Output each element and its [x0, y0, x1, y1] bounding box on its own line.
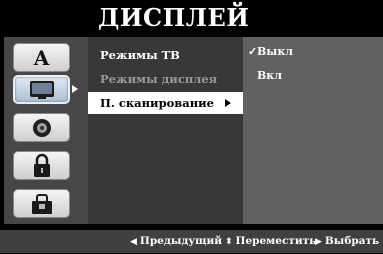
category-lock[interactable]	[13, 151, 70, 180]
hint-previous: ◀ Предыдущий	[130, 230, 222, 253]
category-display[interactable]	[13, 75, 70, 104]
check-icon: ✓	[248, 45, 258, 58]
hint-label: Предыдущий	[139, 235, 223, 247]
page-title: ДИСПЛЕЙ	[98, 3, 250, 32]
selected-category-arrow	[72, 85, 78, 93]
option-label: Выкл	[257, 45, 294, 58]
up-down-arrow-icon: ⬍	[225, 237, 233, 247]
language-icon: A	[33, 45, 50, 70]
other-settings-icon	[31, 193, 52, 214]
display-icon	[29, 80, 54, 99]
category-sidebar: A	[4, 37, 88, 224]
menu-item-label: Режимы дисплея	[100, 72, 218, 86]
right-arrow-icon: ▶	[315, 237, 322, 247]
submenu-arrow-icon	[225, 99, 231, 107]
audio-icon	[32, 118, 51, 137]
option-label: Вкл	[257, 69, 282, 82]
option-on[interactable]: Вкл	[257, 69, 282, 83]
option-off[interactable]: ✓ Выкл	[248, 45, 294, 59]
hint-label: Выбрать	[324, 235, 380, 247]
hint-move: ⬍ Переместить	[225, 230, 316, 253]
menu-item-progressive-scan[interactable]: П. сканирование	[88, 92, 243, 114]
menu-item-label: Режимы ТВ	[100, 48, 180, 62]
menu-item-label: П. сканирование	[100, 96, 214, 110]
settings-menu: Режимы ТВ Режимы дисплея П. сканирование	[88, 37, 243, 224]
menu-item-display-mode[interactable]: Режимы дисплея	[88, 68, 243, 90]
hint-label: Переместить	[235, 235, 317, 247]
menu-item-tv-mode[interactable]: Режимы ТВ	[88, 44, 243, 66]
settings-panel: A Режимы ТВ Режимы дисплея П. сканирован…	[4, 37, 383, 224]
lock-icon	[33, 153, 50, 177]
hint-select: ▶ Выбрать	[315, 230, 379, 253]
category-other[interactable]	[13, 189, 70, 218]
category-language[interactable]: A	[13, 43, 70, 72]
options-panel: ✓ Выкл Вкл	[243, 37, 383, 224]
footer-hints: ◀ Предыдущий ⬍ Переместить ▶ Выбрать	[0, 230, 383, 253]
left-arrow-icon: ◀	[130, 237, 137, 247]
category-audio[interactable]	[13, 113, 70, 142]
